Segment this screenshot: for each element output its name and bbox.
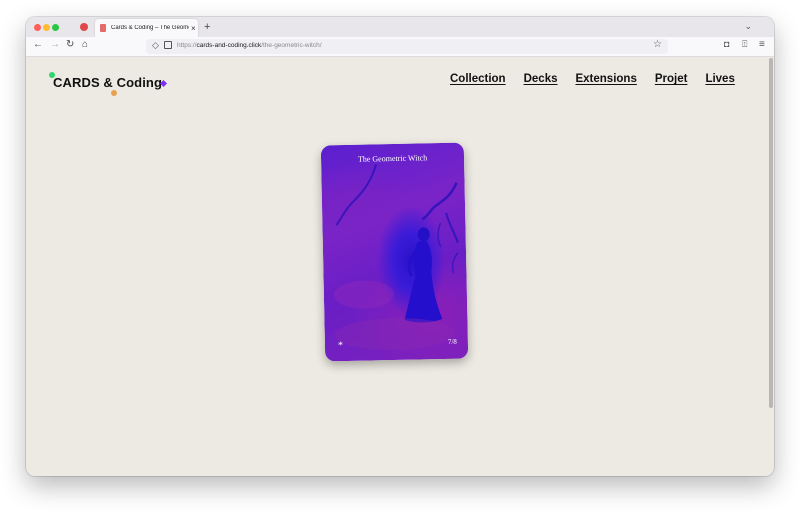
url-text[interactable]: https://cards-and-coding.click/the-geome…: [177, 42, 322, 49]
nav-link-projet[interactable]: Projet: [655, 73, 688, 85]
address-bar[interactable]: ◇ https://cards-and-coding.click/the-geo…: [146, 39, 668, 54]
app-menu-icon[interactable]: ≡: [759, 39, 765, 50]
lock-icon[interactable]: [164, 41, 172, 49]
forward-icon[interactable]: →: [50, 39, 60, 50]
navigation-toolbar: ← → ↻ ⌂ ◇ https://cards-and-coding.click…: [26, 37, 774, 57]
close-window-button[interactable]: [34, 24, 41, 31]
back-icon[interactable]: ←: [33, 39, 43, 50]
tab-close-icon[interactable]: ×: [191, 24, 196, 33]
browser-tab[interactable]: Cards & Coding – The Geometric Witch ×: [95, 19, 198, 37]
nav-link-lives[interactable]: Lives: [705, 73, 734, 85]
tracking-protection-icon[interactable]: ◇: [152, 40, 159, 51]
site-logo[interactable]: CARDS & Coding: [53, 75, 162, 90]
browser-window: Cards & Coding – The Geometric Witch × +…: [26, 17, 774, 476]
card-symbol: *: [337, 340, 344, 352]
title-bar: Cards & Coding – The Geometric Witch × +…: [26, 17, 774, 37]
pocket-icon[interactable]: ◘: [724, 39, 729, 49]
nav-link-extensions[interactable]: Extensions: [575, 73, 636, 85]
site-nav: Collection Decks Extensions Projet Lives: [450, 73, 735, 85]
pinned-tab-icon[interactable]: [80, 23, 88, 31]
url-path: /the-geometric-witch/: [261, 42, 322, 49]
logo-orange-dot: [111, 90, 117, 96]
card-count: 7/8: [447, 337, 457, 346]
tarot-card[interactable]: The Geometric Witch * 7/8: [320, 142, 469, 362]
new-tab-button[interactable]: +: [204, 21, 210, 33]
bookmark-star-icon[interactable]: ☆: [653, 39, 662, 50]
reload-icon[interactable]: ↻: [66, 39, 74, 50]
extensions-icon[interactable]: ⍐: [742, 39, 747, 50]
list-all-tabs-icon[interactable]: ⌄: [744, 21, 752, 32]
zoom-window-button[interactable]: [52, 24, 59, 31]
page-scrollbar[interactable]: [769, 58, 773, 408]
nav-link-collection[interactable]: Collection: [450, 73, 506, 85]
url-scheme: https://: [177, 42, 197, 49]
home-icon[interactable]: ⌂: [82, 39, 88, 50]
page-content: CARDS & Coding Collection Decks Extensio…: [26, 57, 774, 476]
minimize-window-button[interactable]: [43, 24, 50, 31]
tab-title: Cards & Coding – The Geometric Witch: [111, 25, 189, 31]
nav-link-decks[interactable]: Decks: [524, 73, 558, 85]
tab-favicon-icon: [100, 24, 106, 32]
url-host: cards-and-coding.click: [196, 42, 262, 49]
card-artwork: [333, 164, 459, 351]
